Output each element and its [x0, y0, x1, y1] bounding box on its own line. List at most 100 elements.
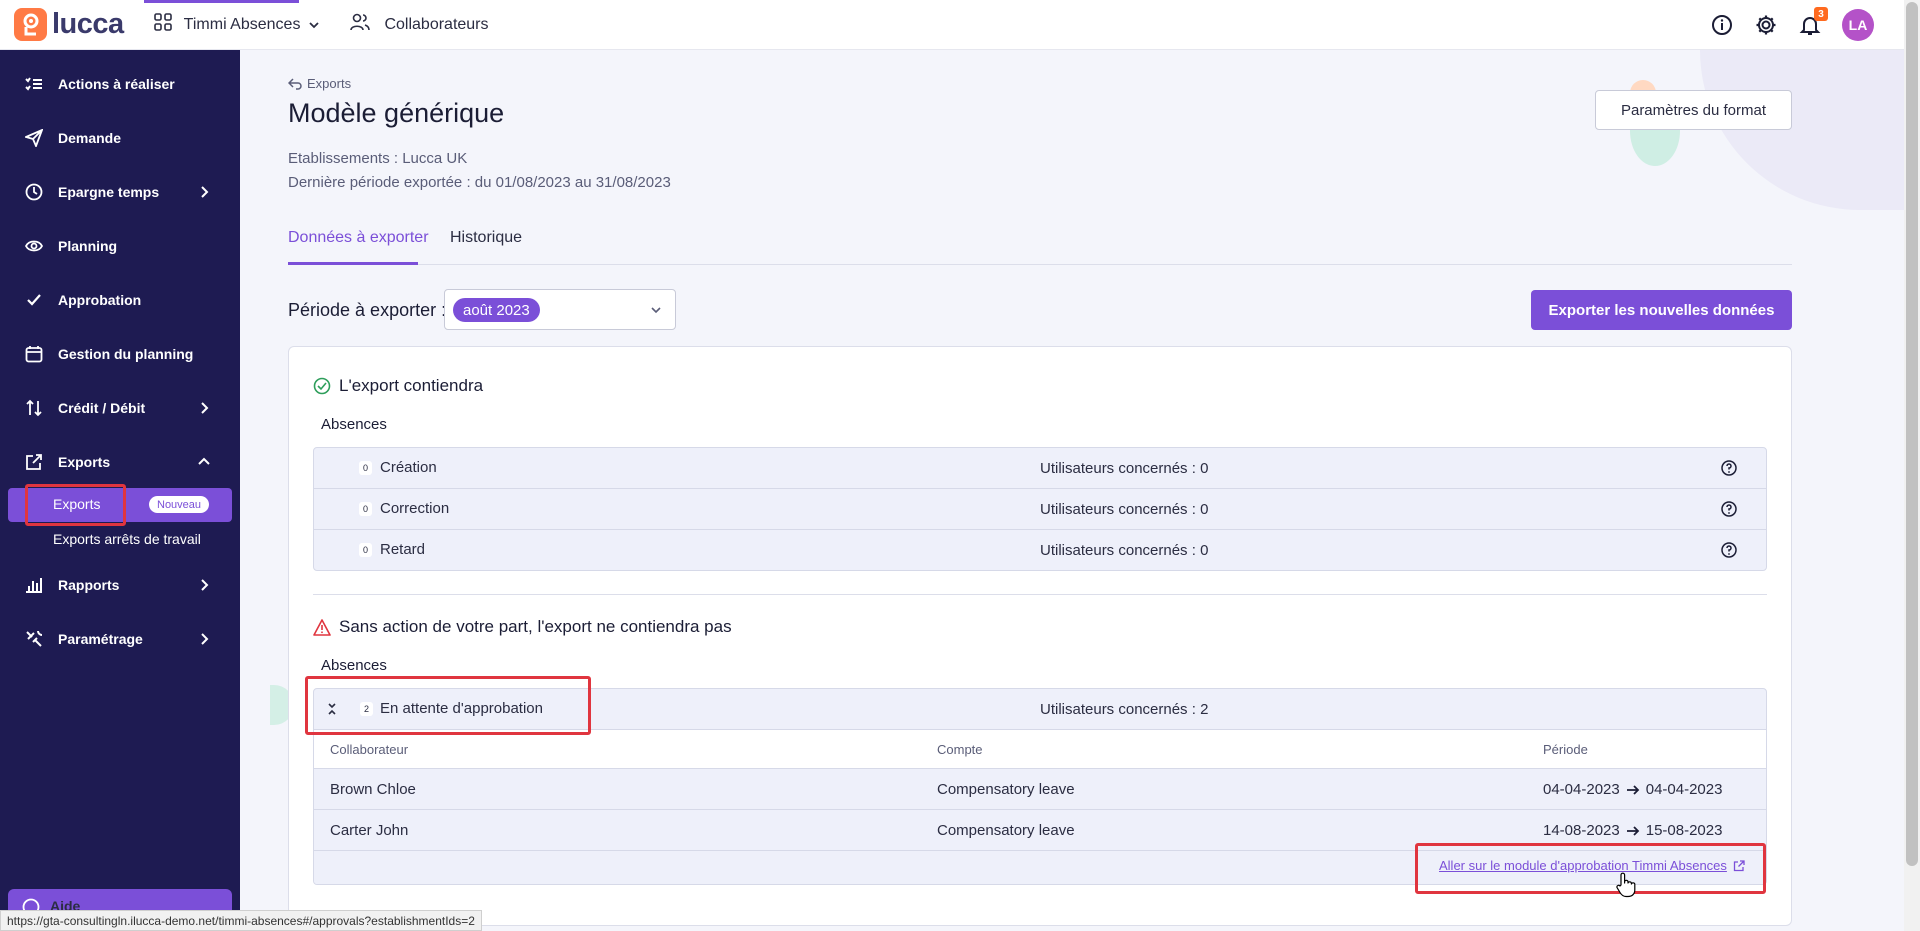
calendar-icon: [24, 344, 44, 364]
sidebar-item-approbation[interactable]: Approbation: [0, 280, 240, 320]
account-cell: Compensatory leave: [937, 781, 1075, 798]
users-icon: [350, 13, 371, 36]
chevron-down-icon: [308, 19, 320, 31]
group-users: Utilisateurs concernés : 2: [1040, 701, 1209, 718]
chevron-right-icon: [201, 633, 209, 645]
sidebar-item-parametrage[interactable]: Paramétrage: [0, 619, 240, 659]
sidebar-item-label: Epargne temps: [58, 184, 160, 200]
excluded-section-title: Sans action de votre part, l'export ne c…: [313, 617, 732, 637]
row-users: Utilisateurs concernés : 0: [1040, 460, 1209, 477]
highlight-box-pending: [305, 676, 591, 735]
app-switcher-label: Timmi Absences: [183, 15, 301, 33]
warning-icon: [313, 618, 331, 636]
sidebar-item-label: Gestion du planning: [58, 346, 194, 362]
row-label: Création: [380, 459, 437, 476]
app-switcher-button[interactable]: Timmi Absences: [153, 0, 321, 50]
tab-donnees-a-exporter[interactable]: Données à exporter: [288, 229, 429, 247]
sidebar-item-label: Planning: [58, 238, 118, 254]
list-item: 0 Correction Utilisateurs concernés : 0: [314, 489, 1766, 530]
tabs-divider: [288, 264, 1792, 265]
tools-icon: [24, 629, 44, 649]
breadcrumb-label: Exports: [307, 76, 352, 91]
paper-plane-icon: [24, 128, 44, 148]
excluded-title-text: Sans action de votre part, l'export ne c…: [339, 617, 732, 636]
period-start: 14-08-2023: [1543, 822, 1620, 839]
period-start: 04-04-2023: [1543, 781, 1620, 798]
included-title-text: L'export contiendra: [339, 376, 484, 395]
sidebar-item-gestion-planning[interactable]: Gestion du planning: [0, 334, 240, 374]
sidebar-item-credit-debit[interactable]: Crédit / Débit: [0, 388, 240, 428]
column-header: Collaborateur: [330, 742, 409, 757]
period-chip: août 2023: [453, 298, 540, 322]
count-badge: 0: [359, 502, 372, 516]
scrollbar-thumb[interactable]: [1906, 2, 1918, 866]
clock-icon: [24, 182, 44, 202]
checklist-icon: [24, 74, 44, 94]
breadcrumb[interactable]: Exports: [288, 76, 351, 91]
sidebar-item-exports[interactable]: Exports: [0, 442, 240, 482]
lucca-logo-icon: [14, 8, 47, 41]
count-badge: 0: [359, 461, 372, 475]
sidebar-item-rapports[interactable]: Rapports: [0, 565, 240, 605]
arrow-right-icon: [1626, 825, 1640, 836]
bar-chart-icon: [24, 575, 44, 595]
question-circle-icon[interactable]: [1720, 500, 1738, 518]
notification-badge: 3: [1814, 7, 1828, 21]
collaborator-cell: Carter John: [330, 822, 409, 839]
list-item: 0 Retard Utilisateurs concernés : 0: [314, 530, 1766, 570]
sidebar-item-epargne-temps[interactable]: Epargne temps: [0, 172, 240, 212]
active-app-indicator: [144, 0, 299, 3]
info-icon[interactable]: [1710, 13, 1734, 37]
tab-historique[interactable]: Historique: [450, 229, 522, 247]
row-users: Utilisateurs concernés : 0: [1040, 542, 1209, 559]
sidebar-item-label: Rapports: [58, 577, 120, 593]
period-select[interactable]: août 2023: [444, 289, 676, 330]
period-cell: 14-08-2023 15-08-2023: [1543, 822, 1722, 839]
eye-icon: [24, 236, 44, 256]
chevron-right-icon: [201, 402, 209, 414]
sidebar-item-planning[interactable]: Planning: [0, 226, 240, 266]
browser-status-bar: https://gta-consultingln.ilucca-demo.net…: [0, 910, 482, 931]
row-users: Utilisateurs concernés : 0: [1040, 501, 1209, 518]
grid-icon: [153, 13, 172, 36]
new-badge: Nouveau: [149, 496, 210, 513]
sidebar-item-label: Crédit / Débit: [58, 400, 146, 416]
table-header: Collaborateur Compte Période: [314, 730, 1766, 769]
active-tab-indicator: [288, 262, 418, 265]
collaborators-link[interactable]: Collaborateurs: [350, 0, 489, 50]
export-new-data-button[interactable]: Exporter les nouvelles données: [1531, 290, 1792, 330]
period-end: 04-04-2023: [1645, 781, 1723, 798]
establishments-text: Etablissements : Lucca UK: [288, 150, 468, 167]
top-right-actions: 3 LA: [1710, 0, 1874, 50]
sidebar-item-label: Exports: [58, 454, 111, 470]
back-arrow-icon: [288, 77, 302, 90]
chevron-right-icon: [201, 579, 209, 591]
column-header: Compte: [937, 742, 983, 757]
lucca-logo[interactable]: lucca: [14, 0, 124, 50]
gear-icon[interactable]: [1754, 13, 1778, 37]
sidebar-item-demande[interactable]: Demande: [0, 118, 240, 158]
check-icon: [24, 290, 44, 310]
included-list: 0 Création Utilisateurs concernés : 0 0 …: [313, 447, 1767, 571]
count-badge: 0: [359, 543, 372, 557]
format-settings-button[interactable]: Paramètres du format: [1595, 90, 1792, 130]
included-subtitle: Absences: [321, 416, 387, 433]
excluded-subtitle: Absences: [321, 657, 387, 674]
table-row: Brown Chloe Compensatory leave 04-04-202…: [314, 769, 1766, 810]
period-cell: 04-04-2023 04-04-2023: [1543, 781, 1722, 798]
question-circle-icon[interactable]: [1720, 459, 1738, 477]
highlight-box-approval-link: [1415, 843, 1766, 894]
question-circle-icon[interactable]: [1720, 541, 1738, 559]
sidebar-item-label: Demande: [58, 130, 122, 146]
list-item: 0 Création Utilisateurs concernés : 0: [314, 448, 1766, 489]
arrow-right-icon: [1626, 784, 1640, 795]
chevron-down-icon: [651, 307, 661, 314]
avatar[interactable]: LA: [1842, 9, 1874, 41]
bell-icon[interactable]: 3: [1798, 7, 1828, 37]
chevron-right-icon: [201, 186, 209, 198]
sidebar-item-actions[interactable]: Actions à réaliser: [0, 64, 240, 104]
sidebar-subitem-exports-arrets[interactable]: Exports arrêts de travail: [53, 531, 201, 547]
top-bar: lucca Timmi Absences Collaborateurs 3 LA: [0, 0, 1904, 50]
sidebar-item-label: Actions à réaliser: [58, 76, 175, 92]
section-divider: [313, 594, 1767, 595]
